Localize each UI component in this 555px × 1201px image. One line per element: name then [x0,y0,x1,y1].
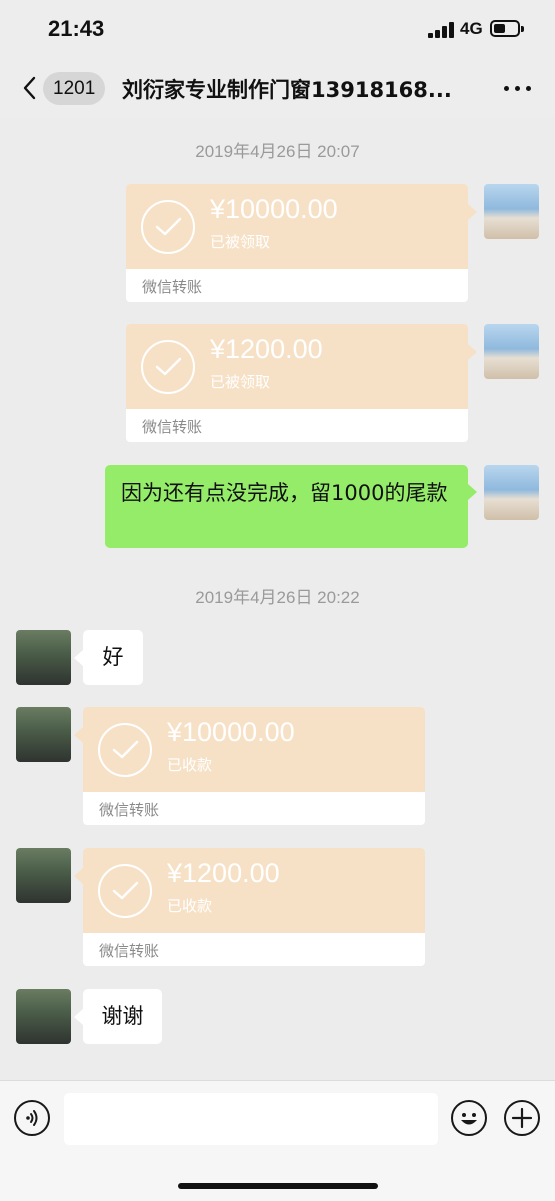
bubble-tail [468,204,477,220]
check-icon [141,340,195,394]
sent-text-bubble[interactable]: 因为还有点没完成，留1000的尾款 [105,465,468,548]
transfer-status: 已被领取 [210,233,271,251]
avatar[interactable] [16,848,71,903]
check-icon [98,864,152,918]
signal-icon [428,22,454,38]
transfer-footer: 微信转账 [142,418,203,436]
transfer-status: 已收款 [167,756,213,774]
avatar[interactable] [16,989,71,1044]
message-timestamp: 2019年4月26日 20:07 [195,142,360,161]
status-bar: 21:43 4G [0,0,555,60]
bubble-tail [74,868,83,884]
chat-title: 刘衍家专业制作门窗13918168... [122,78,452,102]
avatar[interactable] [484,324,539,379]
check-icon [141,200,195,254]
status-time: 21:43 [48,16,105,41]
bubble-tail [468,344,477,360]
transfer-footer: 微信转账 [142,278,203,296]
battery-icon [490,20,524,37]
received-text-bubble[interactable]: 好 [83,630,143,685]
transfer-status: 已收款 [167,897,213,915]
transfer-status: 已被领取 [210,373,271,391]
avatar[interactable] [484,465,539,520]
transfer-amount: ¥10000.00 [167,717,295,747]
more-icon[interactable] [504,86,532,92]
chat-header: 1201 刘衍家专业制作门窗13918168... [0,60,555,118]
bubble-tail [468,484,477,500]
transfer-card[interactable]: ¥1200.00 已收款 微信转账 [83,848,425,966]
transfer-card[interactable]: ¥1200.00 已被领取 微信转账 [126,324,468,442]
transfer-amount: ¥1200.00 [167,858,280,888]
bubble-tail [74,727,83,743]
voice-icon[interactable] [14,1100,50,1136]
avatar[interactable] [16,630,71,685]
input-bar [0,1080,555,1201]
unread-count-badge[interactable]: 1201 [43,72,106,105]
home-indicator[interactable] [178,1183,378,1189]
network-label: 4G [460,19,483,38]
avatar[interactable] [16,707,71,762]
avatar[interactable] [484,184,539,239]
transfer-card[interactable]: ¥10000.00 已被领取 微信转账 [126,184,468,302]
check-icon [98,723,152,777]
transfer-amount: ¥10000.00 [210,194,338,224]
back-icon[interactable] [22,76,36,100]
transfer-amount: ¥1200.00 [210,334,323,364]
transfer-card[interactable]: ¥10000.00 已收款 微信转账 [83,707,425,825]
emoji-icon[interactable] [451,1100,487,1136]
received-text-bubble[interactable]: 谢谢 [83,989,162,1044]
message-timestamp: 2019年4月26日 20:22 [195,588,360,607]
bubble-tail [74,650,83,666]
bubble-tail [74,1009,83,1025]
transfer-footer: 微信转账 [99,942,160,960]
message-input[interactable] [64,1093,438,1145]
plus-icon[interactable] [504,1100,540,1136]
transfer-footer: 微信转账 [99,801,160,819]
